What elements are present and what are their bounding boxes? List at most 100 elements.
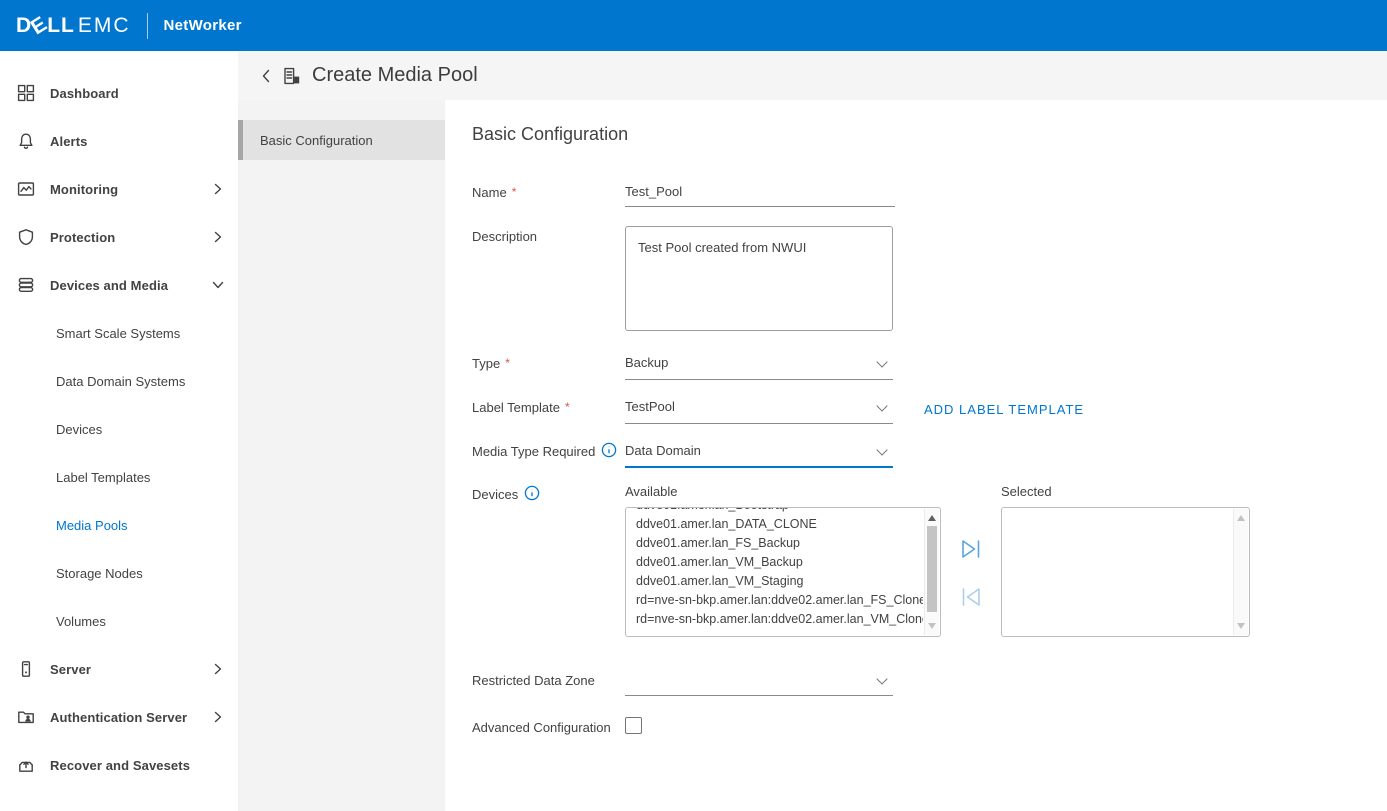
sidebar-item-dashboard[interactable]: Dashboard (0, 69, 238, 117)
required-asterisk: * (565, 400, 570, 414)
type-select[interactable]: Backup (625, 353, 893, 380)
top-header: DELL EMC NetWorker (0, 0, 1387, 51)
chevron-right-icon (212, 231, 224, 243)
label-template-select-value: TestPool (625, 399, 675, 414)
restricted-data-zone-select[interactable] (625, 670, 893, 696)
shield-icon (16, 227, 36, 247)
sidebar-item-alerts[interactable]: Alerts (0, 117, 238, 165)
devices-label: Devices (472, 484, 625, 637)
sidebar-item-protection[interactable]: Protection (0, 213, 238, 261)
available-device-option[interactable]: ddve01.amer.lan_DATA_CLONE (626, 515, 923, 534)
selected-devices-column: Selected (1001, 484, 1250, 637)
label-template-select[interactable]: TestPool (625, 397, 893, 424)
chevron-down-icon (877, 357, 887, 367)
available-devices-listbox[interactable]: ddve01.amer.lan_Bootstrap ddve01.amer.la… (625, 507, 941, 637)
sidebar-item-devices[interactable]: Devices (0, 405, 238, 453)
move-right-button[interactable] (958, 536, 984, 562)
monitoring-icon (16, 179, 36, 199)
sidebar-item-data-domain-systems[interactable]: Data Domain Systems (0, 357, 238, 405)
wizard-step-nav: Basic Configuration (238, 100, 445, 811)
chevron-down-icon (877, 445, 887, 455)
chevron-right-icon (212, 183, 224, 195)
restricted-data-zone-row: Restricted Data Zone (472, 670, 1387, 696)
chevron-right-icon (212, 663, 224, 675)
dell-logo: DELL (16, 14, 75, 38)
transfer-buttons (941, 484, 1001, 637)
main-content: Basic Configuration Name* Description (445, 100, 1387, 811)
auth-server-icon (16, 707, 36, 727)
sidebar-item-storage-nodes[interactable]: Storage Nodes (0, 549, 238, 597)
dashboard-icon (16, 83, 36, 103)
bell-icon (16, 131, 36, 151)
scrollbar[interactable] (924, 509, 939, 635)
server-icon (16, 659, 36, 679)
type-select-value: Backup (625, 355, 668, 370)
media-type-required-label: Media Type Required (472, 441, 625, 468)
sidebar-item-label: Recover and Savesets (50, 758, 224, 773)
selected-devices-listbox[interactable] (1001, 507, 1250, 637)
app-root: DELL EMC NetWorker Dashboard Alerts (0, 0, 1387, 811)
scrollbar[interactable] (1233, 509, 1248, 635)
label-template-row: Label Template* TestPool ADD LABEL TEMPL… (472, 397, 1387, 424)
chevron-down-icon (877, 401, 887, 411)
advanced-configuration-label: Advanced Configuration (472, 717, 625, 735)
brand-divider (147, 13, 148, 39)
step-basic-configuration[interactable]: Basic Configuration (238, 120, 445, 160)
scrollbar-thumb[interactable] (927, 526, 937, 612)
available-device-option[interactable]: ddve01.amer.lan_Bootstrap (626, 507, 923, 515)
scroll-up-icon[interactable] (925, 511, 939, 525)
step-label: Basic Configuration (260, 133, 373, 148)
description-textarea[interactable]: Test Pool created from NWUI (625, 226, 893, 331)
required-asterisk: * (505, 356, 510, 370)
sidebar-item-server[interactable]: Server (0, 645, 238, 693)
available-label: Available (625, 484, 941, 499)
media-type-required-select[interactable]: Data Domain (625, 441, 893, 468)
add-label-template-link[interactable]: ADD LABEL TEMPLATE (924, 397, 1084, 424)
disk-stack-icon (16, 275, 36, 295)
required-asterisk: * (512, 185, 517, 199)
back-button[interactable] (256, 66, 276, 86)
sidebar-item-label-templates[interactable]: Label Templates (0, 453, 238, 501)
available-devices-column: Available ddve01.amer.lan_Bootstrap ddve… (625, 484, 941, 637)
page-title: Create Media Pool (312, 64, 478, 87)
advanced-configuration-checkbox[interactable] (625, 717, 642, 734)
available-device-option[interactable]: ddve01.amer.lan_VM_Staging (626, 572, 923, 591)
info-icon[interactable] (601, 442, 617, 458)
description-row: Description Test Pool created from NWUI (472, 226, 1387, 331)
sidebar-item-label: Server (50, 662, 212, 677)
sidebar-item-authentication-server[interactable]: Authentication Server (0, 693, 238, 741)
scroll-down-icon[interactable] (925, 619, 939, 633)
move-left-button[interactable] (958, 584, 984, 610)
brand-logo: DELL EMC NetWorker (16, 13, 242, 39)
label-template-label: Label Template* (472, 397, 625, 424)
sidebar-item-media-pools[interactable]: Media Pools (0, 501, 238, 549)
selected-label: Selected (1001, 484, 1250, 499)
type-label: Type* (472, 353, 625, 380)
scroll-down-icon[interactable] (1234, 619, 1248, 633)
available-device-option[interactable]: rd=nve-sn-bkp.amer.lan:ddve02.amer.lan_V… (626, 610, 923, 629)
info-icon[interactable] (524, 485, 540, 501)
scroll-up-icon[interactable] (1234, 511, 1248, 525)
sidebar-item-smart-scale-systems[interactable]: Smart Scale Systems (0, 309, 238, 357)
sidebar-item-devices-and-media[interactable]: Devices and Media (0, 261, 238, 309)
sidebar-item-label: Authentication Server (50, 710, 212, 725)
sidebar-item-volumes[interactable]: Volumes (0, 597, 238, 645)
available-device-option[interactable]: rd=nve-sn-bkp.amer.lan:ddve02.amer.lan_F… (626, 591, 923, 610)
chevron-right-icon (212, 711, 224, 723)
name-row: Name* (472, 182, 1387, 207)
restricted-data-zone-label: Restricted Data Zone (472, 670, 625, 696)
available-device-option[interactable]: ddve01.amer.lan_VM_Backup (626, 553, 923, 572)
emc-logo: EMC (78, 14, 131, 38)
name-input[interactable] (625, 182, 895, 207)
sidebar-item-recover-and-savesets[interactable]: Recover and Savesets (0, 741, 238, 789)
chevron-down-icon (212, 279, 224, 291)
sidebar-item-label: Dashboard (50, 86, 224, 101)
name-label: Name* (472, 182, 625, 207)
media-pool-icon (282, 66, 302, 86)
sidebar-item-label: Monitoring (50, 182, 212, 197)
advanced-configuration-row: Advanced Configuration (472, 717, 1387, 735)
section-heading: Basic Configuration (472, 124, 1387, 145)
media-type-required-row: Media Type Required Data Domain (472, 441, 1387, 468)
sidebar-item-monitoring[interactable]: Monitoring (0, 165, 238, 213)
available-device-option[interactable]: ddve01.amer.lan_FS_Backup (626, 534, 923, 553)
